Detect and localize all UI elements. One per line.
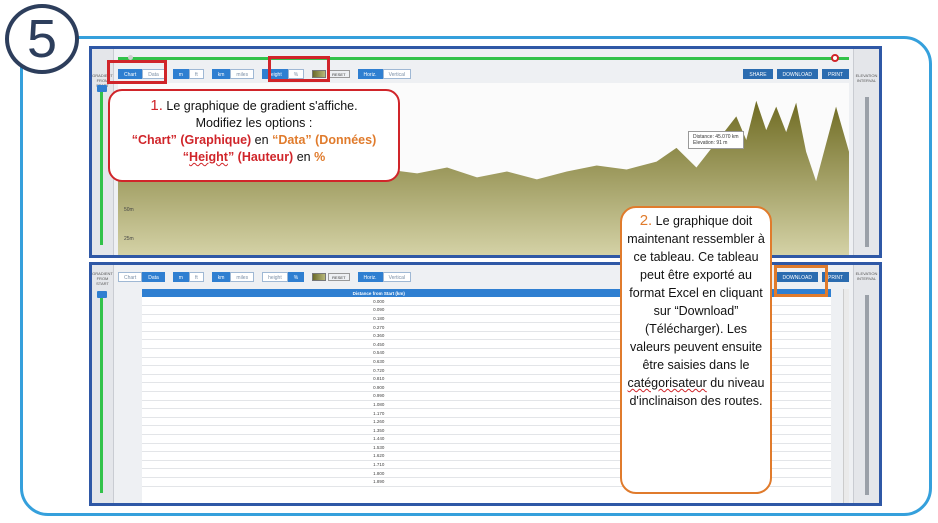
download-button[interactable]: DOWNLOAD: [776, 69, 818, 79]
column-header-distance: Distance from Start (km): [142, 289, 616, 297]
horizontal-button[interactable]: Horiz.: [357, 272, 383, 282]
distance-cell: 1.620: [142, 451, 616, 461]
right-slider-label: ELEVATION INTERVAL: [855, 73, 878, 83]
chart-tooltip: Distance: 45.070 km Elevation: 91 m: [688, 131, 744, 149]
meters-button[interactable]: m: [172, 272, 189, 282]
right-slider-track[interactable]: [865, 295, 869, 495]
distance-cell: 1.710: [142, 460, 616, 470]
print-button[interactable]: PRINT: [822, 69, 849, 79]
left-slider-label: GRADIENT FROM START: [92, 271, 113, 286]
horizontal-button[interactable]: Horiz.: [357, 69, 383, 79]
share-button[interactable]: SHARE: [743, 69, 773, 79]
reset-button[interactable]: RESET: [328, 273, 350, 281]
chart-toggle-button[interactable]: Chart: [118, 272, 143, 282]
distance-cell: 0.900: [142, 382, 616, 393]
right-slider-panel: ELEVATION INTERVAL: [853, 49, 879, 255]
distance-cell: 1.080: [142, 400, 616, 410]
percent-button[interactable]: %: [287, 272, 305, 282]
callout-1-data-option: “Data” (Données): [272, 133, 377, 147]
distance-cell: 1.260: [142, 417, 616, 427]
distance-cell: 1.890: [142, 477, 616, 487]
color-swatch-icon[interactable]: [312, 273, 327, 281]
distance-cell: 1.350: [142, 425, 616, 435]
right-slider-track[interactable]: [865, 97, 869, 247]
distance-range-slider[interactable]: [118, 54, 849, 62]
callout-1-percent: %: [314, 150, 326, 164]
data-toggle-button[interactable]: Data: [142, 272, 165, 282]
table-scrollbar[interactable]: [843, 289, 849, 503]
distance-cell: 0.000: [142, 297, 616, 307]
distance-cell: 0.090: [142, 305, 616, 315]
km-button[interactable]: km: [211, 272, 231, 282]
step-number-badge: 5: [5, 4, 79, 74]
callout-1-chart-option: “Chart” (Graphique): [131, 133, 252, 147]
km-button[interactable]: km: [211, 69, 231, 79]
left-slider-track[interactable]: [100, 293, 103, 493]
callout-1-height-word: Height: [189, 150, 228, 164]
feet-button[interactable]: ft: [188, 272, 204, 282]
distance-cell: 0.990: [142, 391, 616, 401]
distance-cell: 1.440: [142, 434, 616, 444]
left-slider-panel: GRADIENT FROM START: [92, 265, 114, 503]
download-highlight: [774, 265, 828, 297]
distance-cell: 0.720: [142, 365, 616, 375]
callout-2-text-a: Le graphique doit maintenant ressembler …: [627, 214, 765, 372]
feet-button[interactable]: ft: [188, 69, 204, 79]
callout-2-categorisateur: catégorisateur: [627, 376, 707, 390]
instruction-callout-1: 1. Le graphique de gradient s'affiche. M…: [108, 89, 400, 182]
left-slider-handle[interactable]: [97, 85, 107, 92]
vertical-button[interactable]: Vertical: [382, 69, 411, 79]
left-slider-handle[interactable]: [97, 291, 107, 298]
instruction-callout-2: 2. Le graphique doit maintenant ressembl…: [620, 206, 772, 494]
distance-cell: 0.180: [142, 314, 616, 324]
distance-cell: 1.530: [142, 443, 616, 453]
reset-button[interactable]: RESET: [328, 70, 350, 78]
y-tick-label: 50m: [124, 207, 134, 213]
distance-cell: 0.270: [142, 322, 616, 332]
distance-cell: 1.800: [142, 468, 616, 478]
distance-cell: 0.360: [142, 331, 616, 341]
tooltip-elevation: Elevation: 91 m: [693, 140, 728, 146]
height-button[interactable]: height: [262, 272, 288, 282]
distance-cell: 0.810: [142, 374, 616, 384]
distance-cell: 0.630: [142, 357, 616, 367]
distance-cell: 1.170: [142, 408, 616, 418]
meters-button[interactable]: m: [172, 69, 189, 79]
callout-1-en: en: [251, 133, 273, 147]
miles-button[interactable]: miles: [230, 272, 255, 282]
callout-2-number: 2.: [639, 212, 653, 229]
callout-1-line1: Le graphique de gradient s'affiche.: [166, 99, 358, 113]
right-slider-panel: ELEVATION INTERVAL: [853, 265, 879, 503]
height-percent-highlight: [268, 56, 330, 82]
callout-1-height-quote-close: ” (Hauteur): [227, 150, 294, 164]
chart-data-highlight: [107, 60, 167, 84]
y-tick-label: 25m: [124, 236, 134, 242]
distance-cell: 0.540: [142, 348, 616, 358]
callout-1-line2: Modifiez les options :: [195, 116, 313, 130]
distance-cell: 0.450: [142, 339, 616, 350]
callout-1-en-2: en: [293, 150, 315, 164]
range-end-handle[interactable]: [831, 54, 839, 62]
chart-toolbar: Chart Data m ft km miles height % RESET …: [118, 68, 849, 80]
vertical-button[interactable]: Vertical: [382, 272, 411, 282]
callout-1-number: 1.: [150, 97, 163, 114]
right-slider-label: ELEVATION INTERVAL: [855, 271, 878, 281]
miles-button[interactable]: miles: [230, 69, 255, 79]
left-slider-track[interactable]: [100, 91, 103, 245]
